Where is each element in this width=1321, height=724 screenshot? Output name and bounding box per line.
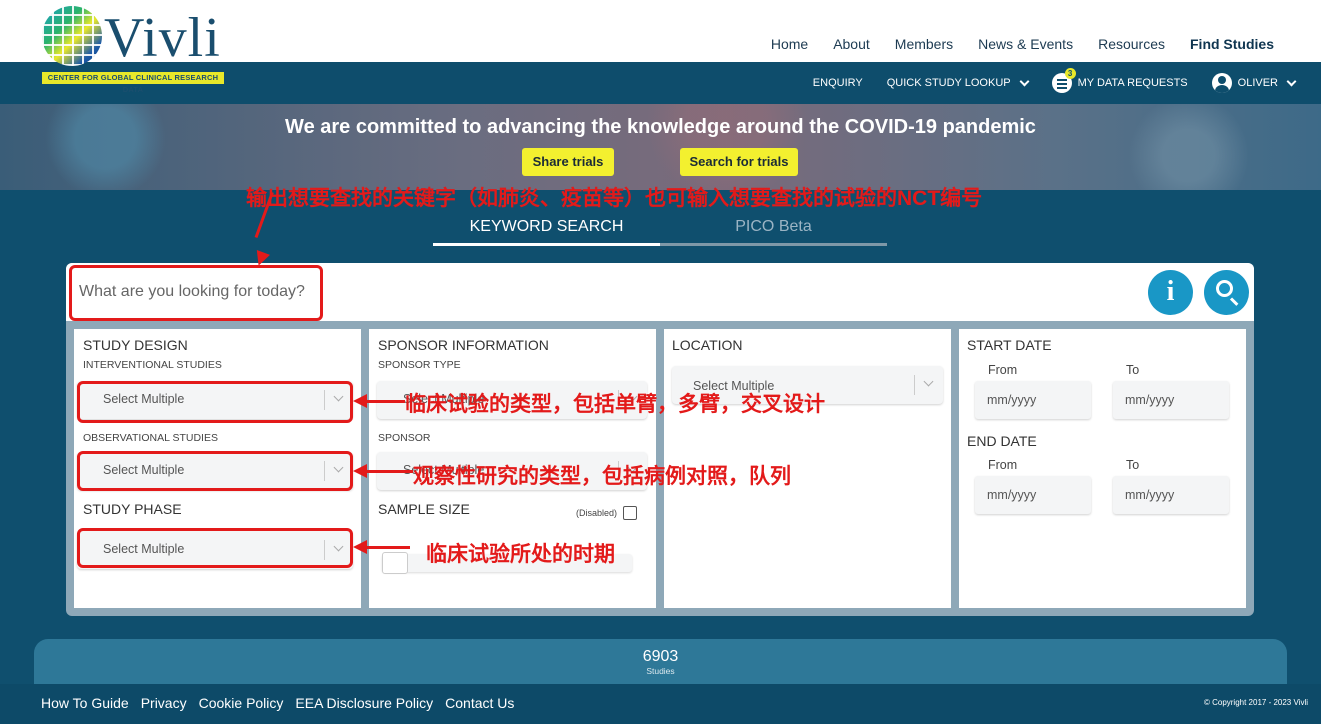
search-tabs: KEYWORD SEARCH PICO Beta xyxy=(433,218,887,246)
interventional-arrow xyxy=(365,400,405,403)
info-button[interactable]: i xyxy=(1148,270,1193,315)
start-from-label: From xyxy=(988,363,1018,377)
banner-title: We are committed to advancing the knowle… xyxy=(285,116,1036,138)
globe-icon xyxy=(42,6,102,66)
phase-highlight-box xyxy=(77,528,353,568)
sample-size-checkbox[interactable] xyxy=(623,506,637,520)
vivli-logo[interactable]: Vivli CENTER FOR GLOBAL CLINICAL RESEARC… xyxy=(42,6,232,94)
sponsor-info-title: SPONSOR INFORMATION xyxy=(378,337,549,353)
nav-home[interactable]: Home xyxy=(771,36,808,52)
logo-tagline: CENTER FOR GLOBAL CLINICAL RESEARCH DATA xyxy=(42,72,224,94)
interventional-annotation: 临床试验的类型，包括单臂，多臂，交叉设计 xyxy=(405,393,825,416)
data-requests-label: MY DATA REQUESTS xyxy=(1077,77,1188,89)
quick-lookup-label: QUICK STUDY LOOKUP xyxy=(886,77,1011,89)
search-for-trials-button[interactable]: Search for trials xyxy=(680,148,798,176)
interventional-highlight-box xyxy=(77,381,353,423)
footer-link-cookie-policy[interactable]: Cookie Policy xyxy=(199,695,284,711)
study-count: 6903 xyxy=(642,648,679,665)
nav-find-studies[interactable]: Find Studies xyxy=(1190,36,1274,52)
main-nav: Home About Members News & Events Resourc… xyxy=(771,36,1274,52)
interventional-label: INTERVENTIONAL STUDIES xyxy=(83,359,222,371)
study-design-title: STUDY DESIGN xyxy=(83,337,188,353)
nav-members[interactable]: Members xyxy=(895,36,953,52)
tab-keyword-search[interactable]: KEYWORD SEARCH xyxy=(433,218,660,246)
footer-link-how-to-guide[interactable]: How To Guide xyxy=(41,695,129,711)
end-date-from-input[interactable]: mm/yyyy xyxy=(975,476,1091,514)
search-button[interactable] xyxy=(1204,270,1249,315)
nav-resources[interactable]: Resources xyxy=(1098,36,1165,52)
footer: How To Guide Privacy Cookie Policy EEA D… xyxy=(0,684,1321,724)
user-name: OLIVER xyxy=(1237,77,1278,89)
enquiry-label: ENQUIRY xyxy=(812,77,863,89)
start-date-from-input[interactable]: mm/yyyy xyxy=(975,381,1091,419)
search-icon-handle xyxy=(1229,297,1239,306)
start-from-placeholder: mm/yyyy xyxy=(987,393,1037,407)
end-from-placeholder: mm/yyyy xyxy=(987,488,1037,502)
study-phase-title: STUDY PHASE xyxy=(83,501,182,517)
location-title: LOCATION xyxy=(672,337,743,353)
user-menu[interactable]: OLIVER xyxy=(1211,73,1297,93)
chevron-down-icon xyxy=(1019,76,1030,86)
share-trials-button[interactable]: Share trials xyxy=(522,148,614,176)
sponsor-label: SPONSOR xyxy=(378,432,431,444)
dates-panel: START DATE From To mm/yyyy mm/yyyy END D… xyxy=(959,329,1246,608)
info-icon: i xyxy=(1166,276,1175,307)
chevron-down-icon xyxy=(1286,76,1297,86)
search-icon xyxy=(1216,280,1233,297)
end-date-to-input[interactable]: mm/yyyy xyxy=(1113,476,1229,514)
logo-wordmark: Vivli xyxy=(104,7,221,69)
observational-label: OBSERVATIONAL STUDIES xyxy=(83,432,218,444)
user-avatar-icon xyxy=(1211,73,1232,93)
start-date-to-input[interactable]: mm/yyyy xyxy=(1113,381,1229,419)
nav-about[interactable]: About xyxy=(833,36,870,52)
copyright: © Copyright 2017 - 2023 Vivli xyxy=(1203,698,1308,707)
enquiry-link[interactable]: ENQUIRY xyxy=(813,77,863,89)
sample-size-title: SAMPLE SIZE xyxy=(378,501,470,517)
list-icon: 3 xyxy=(1051,68,1076,93)
start-to-placeholder: mm/yyyy xyxy=(1125,393,1175,407)
quick-study-lookup-menu[interactable]: QUICK STUDY LOOKUP xyxy=(886,76,1030,89)
sponsor-type-label: SPONSOR TYPE xyxy=(378,359,461,371)
end-from-label: From xyxy=(988,458,1018,472)
search-highlight-box xyxy=(69,265,323,321)
footer-link-privacy[interactable]: Privacy xyxy=(141,695,187,711)
start-to-label: To xyxy=(1126,363,1140,377)
observational-arrow xyxy=(365,470,413,473)
covid-banner: We are committed to advancing the knowle… xyxy=(0,104,1321,190)
footer-links: How To Guide Privacy Cookie Policy EEA D… xyxy=(41,695,514,711)
study-count-label: Studies xyxy=(646,666,675,676)
observational-annotation: 观察性研究的类型，包括病例对照，队列 xyxy=(413,465,791,488)
keyword-annotation: 输出想要查找的关键字（如肺炎、疫苗等）也可输入想要查找的试验的NCT编号 xyxy=(246,187,983,210)
top-header: Vivli CENTER FOR GLOBAL CLINICAL RESEARC… xyxy=(0,0,1321,94)
footer-link-eea-disclosure[interactable]: EEA Disclosure Policy xyxy=(295,695,433,711)
end-to-label: To xyxy=(1126,458,1140,472)
end-date-title: END DATE xyxy=(967,433,1037,449)
slider-handle[interactable] xyxy=(382,552,408,574)
end-to-placeholder: mm/yyyy xyxy=(1125,488,1175,502)
observational-highlight-box xyxy=(77,451,353,491)
my-data-requests-link[interactable]: 3 MY DATA REQUESTS xyxy=(1051,68,1188,93)
study-count-bar: 6903 Studies xyxy=(34,639,1287,684)
select-divider xyxy=(914,375,915,395)
phase-annotation: 临床试验所处的时期 xyxy=(426,543,615,566)
chevron-down-icon xyxy=(923,376,934,387)
phase-arrow xyxy=(365,546,410,549)
footer-link-contact-us[interactable]: Contact Us xyxy=(445,695,514,711)
secondary-nav: ENQUIRY QUICK STUDY LOOKUP 3 MY DATA REQ… xyxy=(813,62,1297,104)
requests-count-badge: 3 xyxy=(1064,68,1076,79)
nav-news-events[interactable]: News & Events xyxy=(978,36,1073,52)
start-date-title: START DATE xyxy=(967,337,1052,353)
sample-size-disabled-label: (Disabled) xyxy=(576,508,618,518)
tab-pico-beta[interactable]: PICO Beta xyxy=(660,218,887,246)
